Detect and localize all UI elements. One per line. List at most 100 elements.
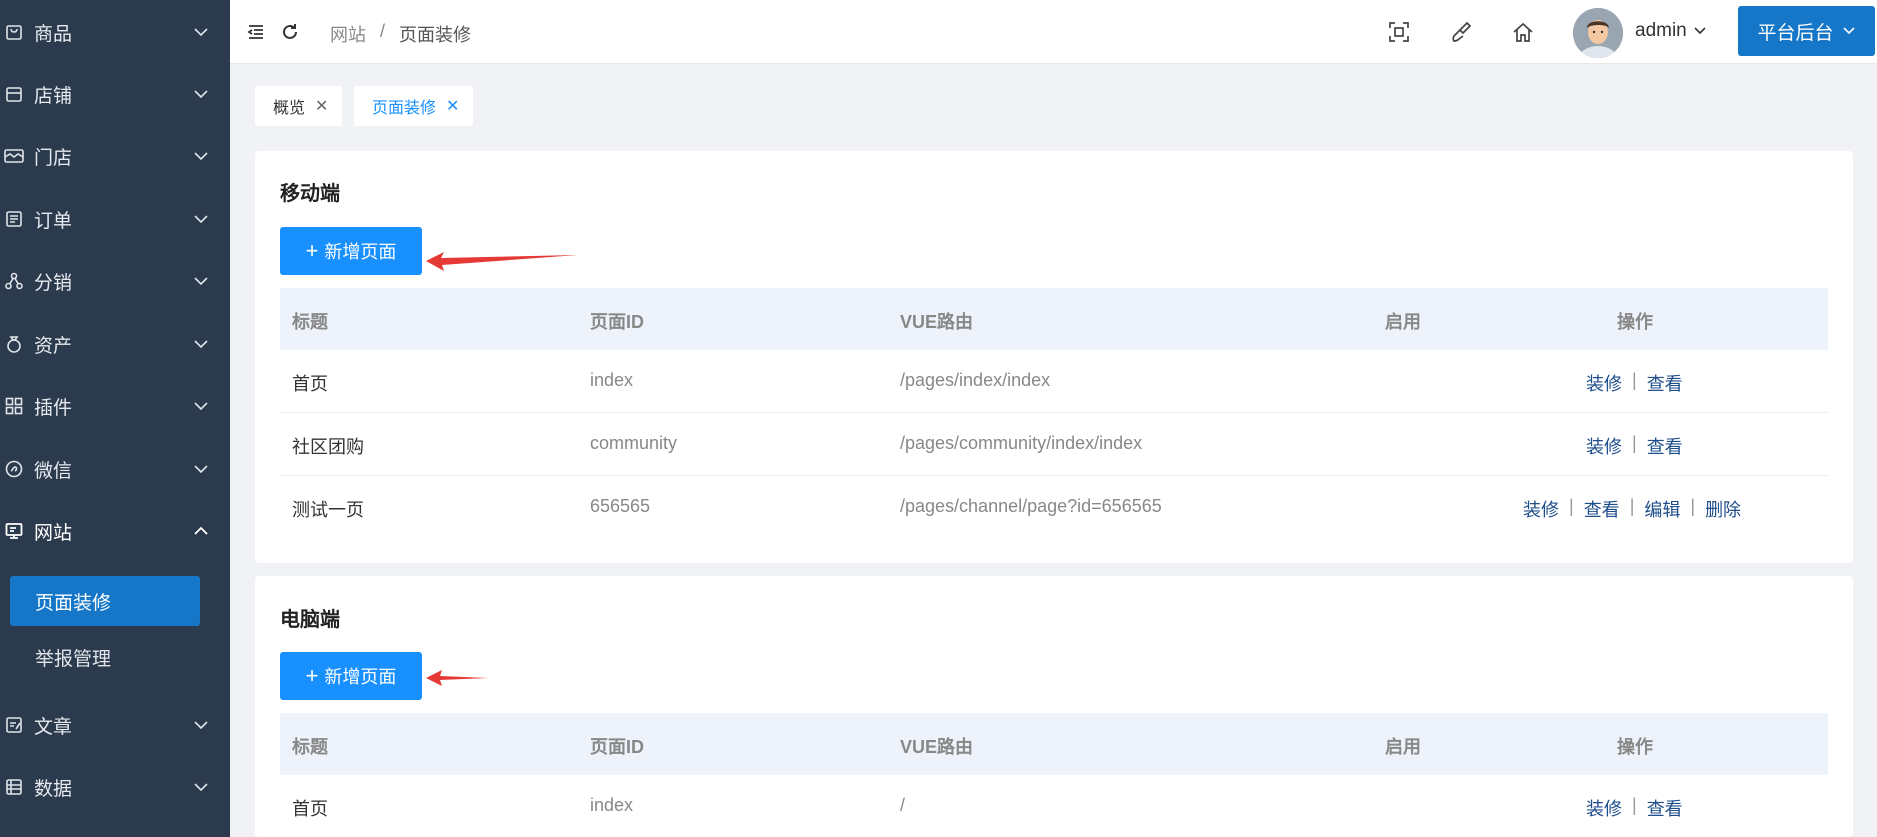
row-actions: 装修 | 查看 <box>1586 370 1683 396</box>
row-actions: 装修 | 查看 | 编辑 | 删除 <box>1523 496 1742 522</box>
section-title: 电脑端 <box>280 609 340 631</box>
menu-item-shop[interactable]: 店铺 <box>0 63 230 125</box>
menu-item-distribution[interactable]: 分销 <box>0 250 230 312</box>
view-link[interactable]: 查看 <box>1647 433 1683 459</box>
chevron-down-icon <box>194 28 208 37</box>
refresh-icon[interactable] <box>278 20 302 44</box>
submenu-item-page-decoration[interactable]: 页面装修 <box>10 576 200 626</box>
data-icon <box>4 777 24 797</box>
user-menu[interactable]: admin <box>1635 20 1707 42</box>
view-link[interactable]: 查看 <box>1647 370 1683 396</box>
submenu-label: 页面装修 <box>35 592 112 614</box>
submenu-item-report-management[interactable]: 举报管理 <box>10 632 200 682</box>
plus-icon: + <box>305 238 319 263</box>
tab-label: 页面装修 <box>372 100 437 117</box>
cell-page-id: 656565 <box>590 496 651 516</box>
menu-label: 分销 <box>34 272 73 294</box>
cell-route: /pages/index/index <box>900 370 1051 390</box>
view-link[interactable]: 查看 <box>1584 496 1620 522</box>
view-link[interactable]: 查看 <box>1647 795 1683 821</box>
menu-item-article[interactable]: 文章 <box>0 694 230 756</box>
pc-pages-card: 电脑端 + 新增页面 标题 页面ID VUE路由 启用 操作 首页 index … <box>255 576 1853 837</box>
cell-title: 首页 <box>292 374 328 394</box>
menu-label: 插件 <box>34 397 73 419</box>
table-row: 社区团购 community /pages/community/index/in… <box>280 413 1828 476</box>
decorate-link[interactable]: 装修 <box>1586 433 1622 459</box>
asset-icon <box>4 334 24 354</box>
submenu-label: 举报管理 <box>35 648 112 670</box>
add-page-label: 新增页面 <box>324 242 397 262</box>
top-header: 网站 / 页面装修 admin 平台后台 <box>230 0 1877 64</box>
edit-link[interactable]: 编辑 <box>1644 496 1680 522</box>
add-page-button[interactable]: + 新增页面 <box>280 227 422 275</box>
menu-item-website[interactable]: 网站 <box>0 500 230 562</box>
collapse-menu-icon[interactable] <box>244 20 268 44</box>
tab-page-decoration[interactable]: 页面装修 ✕ <box>354 86 474 126</box>
article-icon <box>4 715 24 735</box>
column-header: 启用 <box>1385 312 1421 332</box>
avatar[interactable] <box>1573 8 1623 58</box>
menu-item-order[interactable]: 订单 <box>0 188 230 250</box>
platform-backend-button[interactable]: 平台后台 <box>1738 6 1875 56</box>
menu-label: 资产 <box>34 335 73 357</box>
close-icon[interactable]: ✕ <box>446 96 459 116</box>
shop-icon <box>4 84 24 104</box>
sidebar: 商品 店铺 门店 订单 分销 资产 插件 微信 网站 页面装修 举报管理 文章 … <box>0 0 230 837</box>
column-header: 操作 <box>1617 737 1653 757</box>
chevron-down-icon <box>194 340 208 349</box>
column-header: 启用 <box>1385 737 1421 757</box>
menu-item-goods[interactable]: 商品 <box>0 1 230 63</box>
home-icon[interactable] <box>1511 20 1535 44</box>
close-icon[interactable]: ✕ <box>315 96 328 116</box>
row-actions: 装修 | 查看 <box>1586 795 1683 821</box>
cell-title: 测试一页 <box>292 500 364 520</box>
chevron-down-icon <box>194 215 208 224</box>
delete-link[interactable]: 删除 <box>1705 496 1741 522</box>
cell-route: /pages/channel/page?id=656565 <box>900 496 1162 516</box>
annotation-arrow <box>426 670 488 686</box>
decorate-link[interactable]: 装修 <box>1586 370 1622 396</box>
menu-item-plugin[interactable]: 插件 <box>0 375 230 437</box>
store-icon <box>4 146 24 166</box>
wechat-icon <box>4 459 24 479</box>
cell-title: 首页 <box>292 799 328 819</box>
distribution-icon <box>4 271 24 291</box>
menu-item-data[interactable]: 数据 <box>0 756 230 818</box>
cell-route: / <box>900 795 906 815</box>
annotation-arrow <box>426 252 578 271</box>
column-header: 页面ID <box>590 737 644 757</box>
table-row: 测试一页 656565 /pages/channel/page?id=65656… <box>280 476 1828 539</box>
column-header: 操作 <box>1617 312 1653 332</box>
chevron-down-icon <box>194 721 208 730</box>
decorate-link[interactable]: 装修 <box>1586 795 1622 821</box>
table-row: 首页 index /pages/index/index 装修 | 查看 <box>280 350 1828 413</box>
menu-label: 商品 <box>34 23 73 45</box>
add-page-button[interactable]: + 新增页面 <box>280 652 422 700</box>
menu-label: 网站 <box>34 522 73 544</box>
tab-overview[interactable]: 概览 ✕ <box>255 86 343 126</box>
add-page-label: 新增页面 <box>324 667 397 687</box>
decorate-link[interactable]: 装修 <box>1523 496 1559 522</box>
plugin-icon <box>4 396 24 416</box>
chevron-down-icon <box>194 402 208 411</box>
menu-label: 微信 <box>34 460 73 482</box>
menu-item-asset[interactable]: 资产 <box>0 313 230 375</box>
menu-item-store[interactable]: 门店 <box>0 125 230 187</box>
menu-item-wechat[interactable]: 微信 <box>0 438 230 500</box>
menu-label: 店铺 <box>34 85 73 107</box>
chevron-down-icon <box>194 783 208 792</box>
table-header: 标题 页面ID VUE路由 启用 操作 <box>280 288 1828 350</box>
bag-icon <box>4 22 24 42</box>
order-icon <box>4 209 24 229</box>
brush-icon[interactable] <box>1449 20 1473 44</box>
fullscreen-icon[interactable] <box>1387 20 1411 44</box>
cell-page-id: community <box>590 433 678 453</box>
breadcrumb-separator: / <box>380 21 386 41</box>
breadcrumb-item-website[interactable]: 网站 <box>330 21 366 47</box>
column-header: VUE路由 <box>900 737 974 757</box>
chevron-down-icon <box>1842 27 1855 35</box>
platform-button-label: 平台后台 <box>1757 22 1834 44</box>
user-name: admin <box>1635 20 1687 41</box>
website-icon <box>4 521 24 541</box>
cell-route: /pages/community/index/index <box>900 433 1143 453</box>
